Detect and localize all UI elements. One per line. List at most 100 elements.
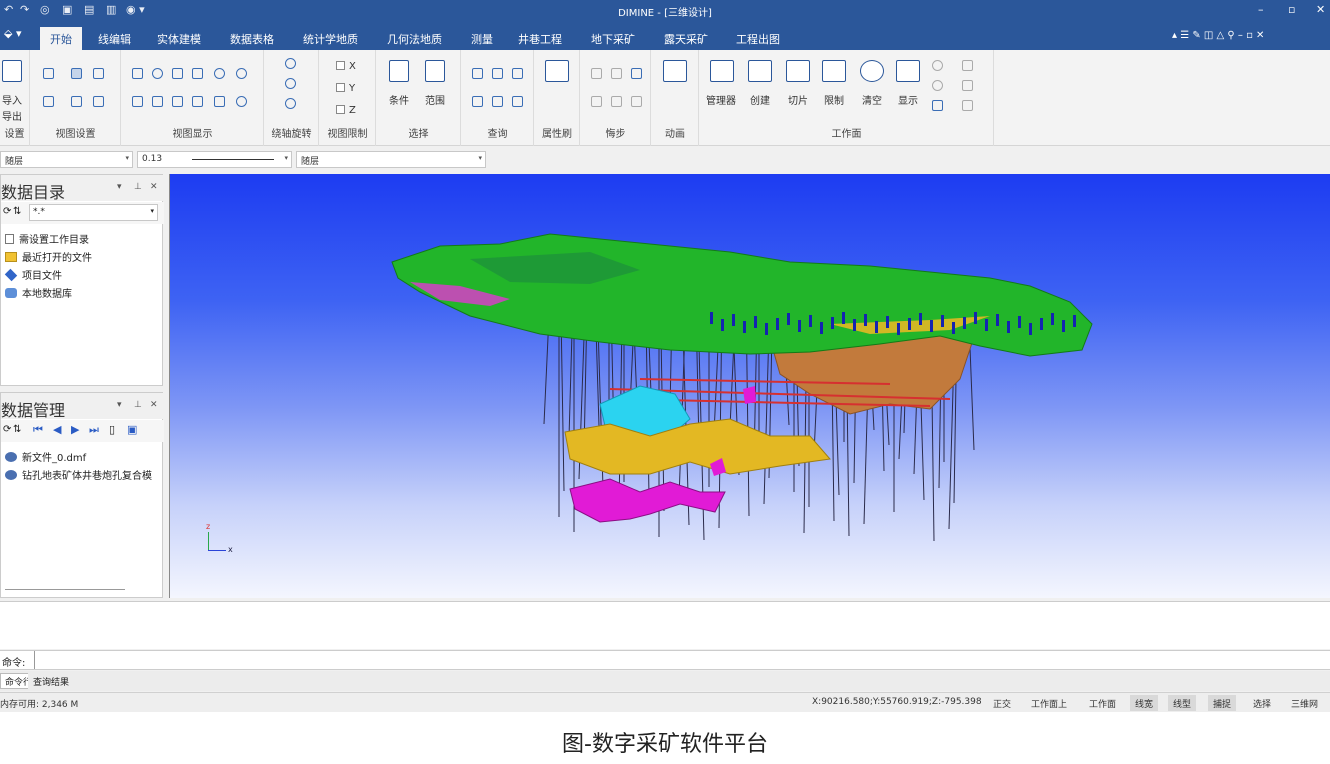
- limit-y-checkbox[interactable]: Y: [336, 83, 355, 94]
- undo-step-icon[interactable]: [591, 68, 602, 79]
- query-volume-icon[interactable]: [472, 96, 483, 107]
- tab-open-pit-mining[interactable]: 露天采矿: [654, 27, 718, 50]
- rotate-z-icon[interactable]: [285, 98, 296, 109]
- refresh-view-icon[interactable]: [132, 68, 143, 79]
- work-plane-slice-icon[interactable]: [786, 60, 810, 82]
- view-search-icon[interactable]: [43, 96, 54, 107]
- attribute-brush-icon[interactable]: [545, 60, 569, 82]
- last-icon[interactable]: ⏭: [89, 423, 99, 437]
- select-toggle[interactable]: 选择: [1248, 695, 1276, 711]
- linewidth-combo[interactable]: 0.13 ▾: [137, 151, 292, 168]
- import-button[interactable]: 导入: [2, 92, 22, 107]
- tree-item-work-dir[interactable]: 需设置工作目录: [5, 231, 89, 246]
- ribbon-collapse-icon[interactable]: ▴ ☰ ✎ ◫ △ ⚲ – ▫ ✕: [1172, 30, 1264, 41]
- view-light-icon[interactable]: [93, 96, 104, 107]
- rotate-y-icon[interactable]: [285, 78, 296, 89]
- minimize-button[interactable]: –: [1258, 3, 1264, 16]
- pin-icon[interactable]: ⊥: [134, 400, 142, 410]
- plane-up-icon[interactable]: [932, 60, 943, 71]
- first-icon[interactable]: ⏮: [33, 423, 43, 437]
- tab-data-table[interactable]: 数据表格: [220, 27, 284, 50]
- work-plane-slice-button[interactable]: 切片: [788, 92, 808, 107]
- work-plane-toggle[interactable]: 工作面: [1084, 695, 1121, 711]
- tree-item-recent[interactable]: 最近打开的文件: [5, 249, 92, 264]
- line-type-toggle[interactable]: 线型: [1168, 695, 1197, 711]
- panel-menu-icon[interactable]: ▾: [117, 400, 122, 410]
- tab-shaft-engineering[interactable]: 井巷工程: [508, 27, 572, 50]
- work-plane-show-button[interactable]: 显示: [898, 92, 918, 107]
- tree-item-local-db[interactable]: 本地数据库: [5, 285, 72, 300]
- view-points-icon[interactable]: [43, 68, 54, 79]
- work-plane-manager-button[interactable]: 管理器: [706, 92, 736, 107]
- redo-step-icon[interactable]: [591, 96, 602, 107]
- tree-item-file[interactable]: 新文件_0.dmf: [5, 449, 86, 464]
- select-condition-button[interactable]: 条件: [389, 92, 409, 107]
- view-iso-icon[interactable]: [214, 96, 225, 107]
- tab-line-edit[interactable]: 线编辑: [88, 27, 141, 50]
- view-top-icon[interactable]: [152, 96, 163, 107]
- panel-close-icon[interactable]: ✕: [150, 400, 158, 410]
- import-export-icon[interactable]: [2, 60, 22, 82]
- plane-monitor-icon[interactable]: [932, 100, 943, 111]
- command-input[interactable]: [34, 651, 1330, 669]
- maximize-button[interactable]: ▫: [1288, 3, 1295, 16]
- view-right-icon[interactable]: [192, 96, 203, 107]
- view-left-icon[interactable]: [172, 96, 183, 107]
- redo-split-icon[interactable]: [631, 96, 642, 107]
- on-work-plane-toggle[interactable]: 工作面上: [1026, 695, 1072, 711]
- next-icon[interactable]: ▶: [71, 423, 79, 436]
- snap-toggle[interactable]: 捕捉: [1208, 695, 1237, 711]
- redo-list-icon[interactable]: [611, 96, 622, 107]
- sort-icon[interactable]: ⇅: [13, 424, 21, 435]
- work-plane-clear-icon[interactable]: [860, 60, 884, 82]
- refresh-icon[interactable]: ⟳: [3, 424, 11, 435]
- close-button[interactable]: ✕: [1316, 3, 1325, 16]
- ortho-toggle[interactable]: 正交: [988, 695, 1016, 711]
- file-filter-combo[interactable]: *.* ▾: [29, 204, 158, 221]
- tree-item-project[interactable]: 项目文件: [4, 267, 62, 282]
- tab-geostatistics[interactable]: 统计学地质: [293, 27, 368, 50]
- work-plane-limit-button[interactable]: 限制: [824, 92, 844, 107]
- undo-split-icon[interactable]: [631, 68, 642, 79]
- query-distance-icon[interactable]: [492, 68, 503, 79]
- panel-menu-icon[interactable]: ▾: [117, 182, 122, 192]
- tab-solid-modeling[interactable]: 实体建模: [147, 27, 211, 50]
- line-width-toggle[interactable]: 线宽: [1130, 695, 1159, 711]
- work-plane-create-icon[interactable]: [748, 60, 772, 82]
- limit-x-checkbox[interactable]: X: [336, 61, 356, 72]
- layer-combo[interactable]: 随层 ▾: [0, 151, 133, 168]
- select-condition-icon[interactable]: [389, 60, 409, 82]
- eye-icon[interactable]: [236, 96, 247, 107]
- view-front-icon[interactable]: [132, 96, 143, 107]
- plane-first-icon[interactable]: [962, 60, 973, 71]
- zoom-window-icon[interactable]: [152, 68, 163, 79]
- plane-down-icon[interactable]: [932, 80, 943, 91]
- query-angle-icon[interactable]: [512, 96, 523, 107]
- query-area-icon[interactable]: [512, 68, 523, 79]
- tree-item-model[interactable]: 钻孔地表矿体井巷炮孔复合模: [5, 467, 152, 482]
- limit-z-checkbox[interactable]: Z: [336, 105, 356, 116]
- 3d-viewport[interactable]: z x: [169, 174, 1330, 598]
- zoom-in-icon[interactable]: [214, 68, 225, 79]
- plane-last-icon[interactable]: [962, 80, 973, 91]
- video-camera-icon[interactable]: [663, 60, 687, 82]
- query-attribute-icon[interactable]: [492, 96, 503, 107]
- rotate-x-icon[interactable]: [285, 58, 296, 69]
- work-plane-create-button[interactable]: 创建: [750, 92, 770, 107]
- pan-icon[interactable]: [172, 68, 183, 79]
- tab-geometric-geology[interactable]: 几何法地质: [377, 27, 452, 50]
- pin-icon[interactable]: ⊥: [134, 182, 142, 192]
- zoom-out-icon[interactable]: [236, 68, 247, 79]
- sort-icon[interactable]: ⇅: [13, 206, 21, 217]
- plane-flag-icon[interactable]: [962, 100, 973, 111]
- view-select-icon[interactable]: [71, 68, 82, 79]
- refresh-icon[interactable]: ⟳: [3, 206, 11, 217]
- scrollbar[interactable]: [5, 589, 125, 590]
- previous-icon[interactable]: ◀: [53, 423, 61, 436]
- panel-close-icon[interactable]: ✕: [150, 182, 158, 192]
- save-icon[interactable]: ▣: [127, 423, 137, 436]
- select-range-button[interactable]: 范围: [425, 92, 445, 107]
- tab-query-results[interactable]: 查询结果: [28, 673, 75, 689]
- app-menu-button[interactable]: ⬙ ▾: [0, 27, 30, 45]
- 3d-grid-toggle[interactable]: 三维网格: [1286, 695, 1330, 711]
